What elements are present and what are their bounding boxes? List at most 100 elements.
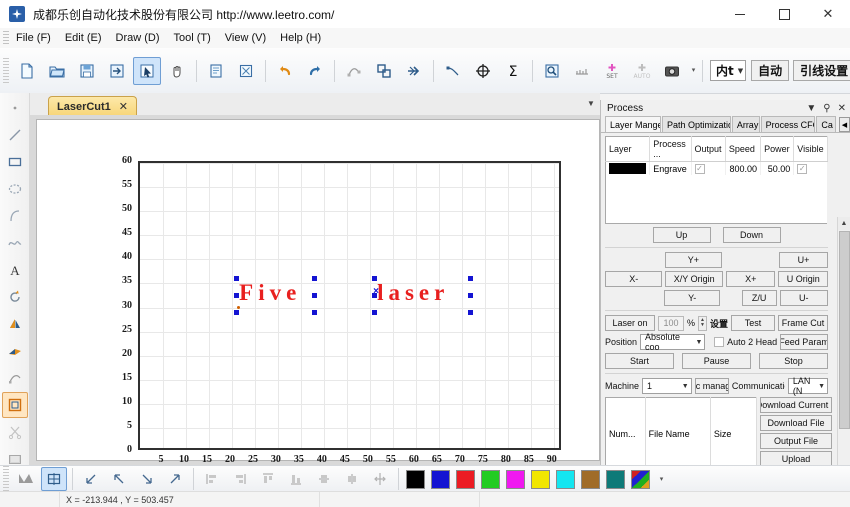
maximize-button[interactable] [762,0,806,28]
pause-button[interactable]: Pause [682,353,751,369]
jog-u-plus-button[interactable]: U+ [778,252,829,268]
distribute-icon[interactable] [367,467,393,491]
settings-button[interactable]: 设置 [710,317,728,330]
measure-icon[interactable] [568,57,596,85]
center-page-icon[interactable] [41,467,67,491]
tab-ca[interactable]: Ca [816,116,836,132]
menu-item-file[interactable]: File (F) [9,30,58,46]
align-top-left-icon[interactable] [106,467,132,491]
auto-origin-icon[interactable]: AUTO [628,57,656,85]
mode-combo[interactable]: 内t ▼ [710,60,747,81]
curve-tool-icon[interactable] [2,230,28,256]
point-tool-icon[interactable] [2,95,28,121]
color-more[interactable] [631,469,650,489]
align-center-vertical-icon[interactable] [339,467,365,491]
cut-tool-icon[interactable] [2,419,28,445]
jog-y-minus-button[interactable]: Y- [664,290,721,306]
offset-icon[interactable] [400,57,428,85]
selection-handle[interactable] [468,309,474,315]
selection-handle[interactable] [234,275,240,281]
align-left-icon[interactable] [199,467,225,491]
jog-xy-origin-button[interactable]: X/Y Origin [665,271,723,287]
close-icon[interactable]: ✕ [119,100,128,113]
selection-handle[interactable] [312,309,318,315]
preview-icon[interactable] [538,57,566,85]
menu-item-help[interactable]: Help (H) [273,30,328,46]
layer-output-checkbox[interactable]: ✓ [691,161,726,175]
chevron-left-icon[interactable]: ◀ [838,117,850,132]
menu-item-view[interactable]: View (V) [218,30,273,46]
selection-handle[interactable] [312,275,318,281]
page-setup-icon[interactable] [202,57,230,85]
color-yellow[interactable] [531,469,550,489]
set-origin-icon[interactable]: SET [598,57,626,85]
mc-manage-button[interactable]: Mc manage [694,378,729,394]
download-file-button[interactable]: Download File [760,415,832,431]
jog-u-origin-button[interactable]: U Origin [778,271,828,287]
smooth-curve-icon[interactable] [439,57,467,85]
node-tool-icon[interactable] [2,365,28,391]
lead-settings-button[interactable]: 引线设置 [793,60,850,81]
align-top-icon[interactable] [255,467,281,491]
ellipse-tool-icon[interactable] [2,176,28,202]
align-center-horizontal-icon[interactable] [311,467,337,491]
menu-item-tool[interactable]: Tool (T) [167,30,218,46]
machine-combo[interactable]: 1 ▼ [642,378,692,394]
move-up-button[interactable]: Up [652,227,711,243]
save-file-icon[interactable] [73,57,101,85]
scrollbar-thumb[interactable] [839,231,850,429]
pin-icon[interactable]: ⚲ [823,103,830,114]
jog-u-minus-button[interactable]: U- [779,290,828,306]
document-tab-lasercut1[interactable]: LaserCut1 ✕ [48,96,138,116]
align-top-right-icon[interactable] [162,467,188,491]
tab-layer-manger[interactable]: Layer Manger [605,116,661,132]
color-magenta[interactable] [506,469,525,489]
feed-param-button[interactable]: Feed Param [780,334,829,350]
group-icon[interactable] [370,57,398,85]
close-icon[interactable]: ✕ [838,103,846,114]
pan-tool-icon[interactable] [163,57,191,85]
fit-window-icon[interactable] [232,57,260,85]
frame-cut-button[interactable]: Frame Cut [778,315,829,331]
rotate-tool-icon[interactable] [2,284,28,310]
auto-button[interactable]: 自动 [751,60,790,81]
import-icon[interactable] [103,57,131,85]
test-button[interactable]: Test [731,315,776,331]
position-combo[interactable]: Absolute coo ▼ [640,332,706,352]
arc-tool-icon[interactable] [2,203,28,229]
jog-x-plus-button[interactable]: X+ [725,271,776,287]
node-edit-icon[interactable] [340,57,368,85]
download-current-file-button[interactable]: Download Current F [760,397,832,413]
move-down-button[interactable]: Down [722,227,781,243]
rectangle-tool-icon[interactable] [2,149,28,175]
selection-handle[interactable] [234,309,240,315]
laser-on-button[interactable]: Laser on [605,315,655,331]
array-icon[interactable] [13,467,39,491]
table-row[interactable]: Engrave ✓ 800.00 50.00 ✓ [605,161,828,175]
open-file-icon[interactable] [43,57,71,85]
close-button[interactable]: ✕ [806,0,850,28]
spinner-icon[interactable]: ▲ ▼ [698,315,708,331]
selection-handle[interactable] [372,309,378,315]
selection-handle[interactable] [372,275,378,281]
layer-color-swatch[interactable] [605,161,651,175]
selection-handle[interactable] [468,292,474,298]
process-panel-scrollbar[interactable]: ▲ ▼ [837,217,850,507]
new-file-icon[interactable] [13,57,41,85]
color-black[interactable] [406,469,425,489]
line-tool-icon[interactable] [2,122,28,148]
color-red[interactable] [456,469,475,489]
align-right-icon[interactable] [227,467,253,491]
laser-power-input[interactable]: 100 [658,315,684,331]
jog-x-minus-button[interactable]: X- [605,271,663,287]
upload-button[interactable]: Upload [760,451,832,465]
color-blue[interactable] [431,469,450,489]
chevron-down-icon[interactable]: ▼ [806,103,816,114]
scroll-icon[interactable]: ▾ [657,464,666,494]
undo-icon[interactable] [271,57,299,85]
color-cyan[interactable] [556,469,575,489]
tab-array[interactable]: Array [731,116,760,132]
color-green[interactable] [481,469,500,489]
start-button[interactable]: Start [605,353,674,369]
minimize-button[interactable] [718,0,762,28]
